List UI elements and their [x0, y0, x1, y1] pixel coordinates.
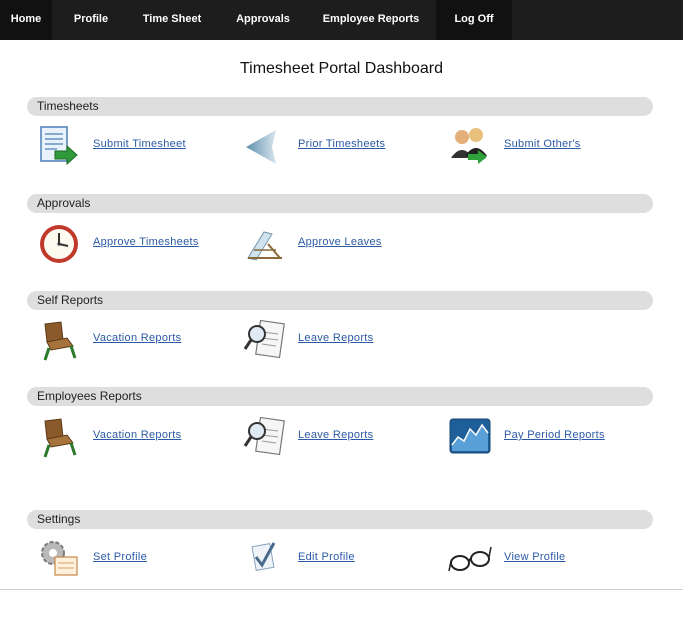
prior-timesheets-link[interactable]: Prior Timesheets: [298, 138, 385, 150]
gear-document-icon[interactable]: [37, 537, 81, 581]
section-title: Settings: [37, 512, 81, 526]
section-header-employees-reports: Employees Reports: [27, 387, 653, 406]
pay-period-reports-entry: Pay Period Reports: [448, 415, 638, 459]
nav-approvals[interactable]: Approvals: [226, 0, 300, 40]
clock-icon[interactable]: [37, 222, 81, 266]
self-leave-reports-link[interactable]: Leave Reports: [298, 332, 373, 344]
section-title: Employees Reports: [37, 389, 142, 403]
users-icon[interactable]: [448, 124, 492, 168]
submit-others-entry: Submit Other's: [448, 124, 638, 168]
view-profile-link[interactable]: View Profile: [504, 551, 565, 563]
section-title: Self Reports: [37, 293, 104, 307]
nav-home[interactable]: Home: [0, 0, 52, 40]
chair-icon[interactable]: [37, 415, 81, 459]
submit-timesheet-icon[interactable]: [37, 124, 81, 168]
section-header-timesheets: Timesheets: [27, 97, 653, 116]
nav-time-sheet[interactable]: Time Sheet: [134, 0, 210, 40]
nav-employee-reports[interactable]: Employee Reports: [316, 0, 426, 40]
glasses-icon[interactable]: [448, 537, 492, 581]
chart-icon[interactable]: [448, 415, 492, 459]
nav-log-off[interactable]: Log Off: [436, 0, 512, 40]
page-title: Timesheet Portal Dashboard: [239, 60, 444, 77]
approve-timesheets-entry: Approve Timesheets: [37, 222, 227, 266]
section-header-approvals: Approvals: [27, 194, 653, 213]
prior-timesheets-entry: Prior Timesheets: [242, 124, 432, 168]
section-header-self-reports: Self Reports: [27, 291, 653, 310]
self-vacation-reports-entry: Vacation Reports: [37, 318, 227, 362]
employees-vacation-reports-link[interactable]: Vacation Reports: [93, 429, 181, 441]
employees-leave-reports-link[interactable]: Leave Reports: [298, 429, 373, 441]
nav-profile[interactable]: Profile: [62, 0, 120, 40]
beach-chair-icon[interactable]: [242, 222, 286, 266]
edit-profile-entry: Edit Profile: [242, 537, 432, 581]
self-leave-reports-entry: Leave Reports: [242, 318, 432, 362]
edit-check-icon[interactable]: [242, 537, 286, 581]
submit-timesheet-link[interactable]: Submit Timesheet: [93, 138, 186, 150]
set-profile-entry: Set Profile: [37, 537, 227, 581]
magnifier-document-icon[interactable]: [242, 318, 286, 362]
magnifier-document-icon[interactable]: [242, 415, 286, 459]
employees-leave-reports-entry: Leave Reports: [242, 415, 432, 459]
approve-leaves-entry: Approve Leaves: [242, 222, 432, 266]
edit-profile-link[interactable]: Edit Profile: [298, 551, 355, 563]
top-navigation: Home Profile Time Sheet Approvals Employ…: [0, 0, 683, 40]
footer-divider: [0, 589, 683, 590]
chair-icon[interactable]: [37, 318, 81, 362]
submit-timesheet-entry: Submit Timesheet: [37, 124, 227, 168]
approve-leaves-link[interactable]: Approve Leaves: [298, 236, 382, 248]
back-arrow-icon[interactable]: [242, 124, 286, 168]
employees-vacation-reports-entry: Vacation Reports: [37, 415, 227, 459]
view-profile-entry: View Profile: [448, 537, 638, 581]
approve-timesheets-link[interactable]: Approve Timesheets: [93, 236, 199, 248]
set-profile-link[interactable]: Set Profile: [93, 551, 147, 563]
section-title: Timesheets: [37, 99, 99, 113]
pay-period-reports-link[interactable]: Pay Period Reports: [504, 429, 605, 441]
submit-others-link[interactable]: Submit Other's: [504, 138, 581, 150]
section-header-settings: Settings: [27, 510, 653, 529]
self-vacation-reports-link[interactable]: Vacation Reports: [93, 332, 181, 344]
section-title: Approvals: [37, 196, 91, 210]
